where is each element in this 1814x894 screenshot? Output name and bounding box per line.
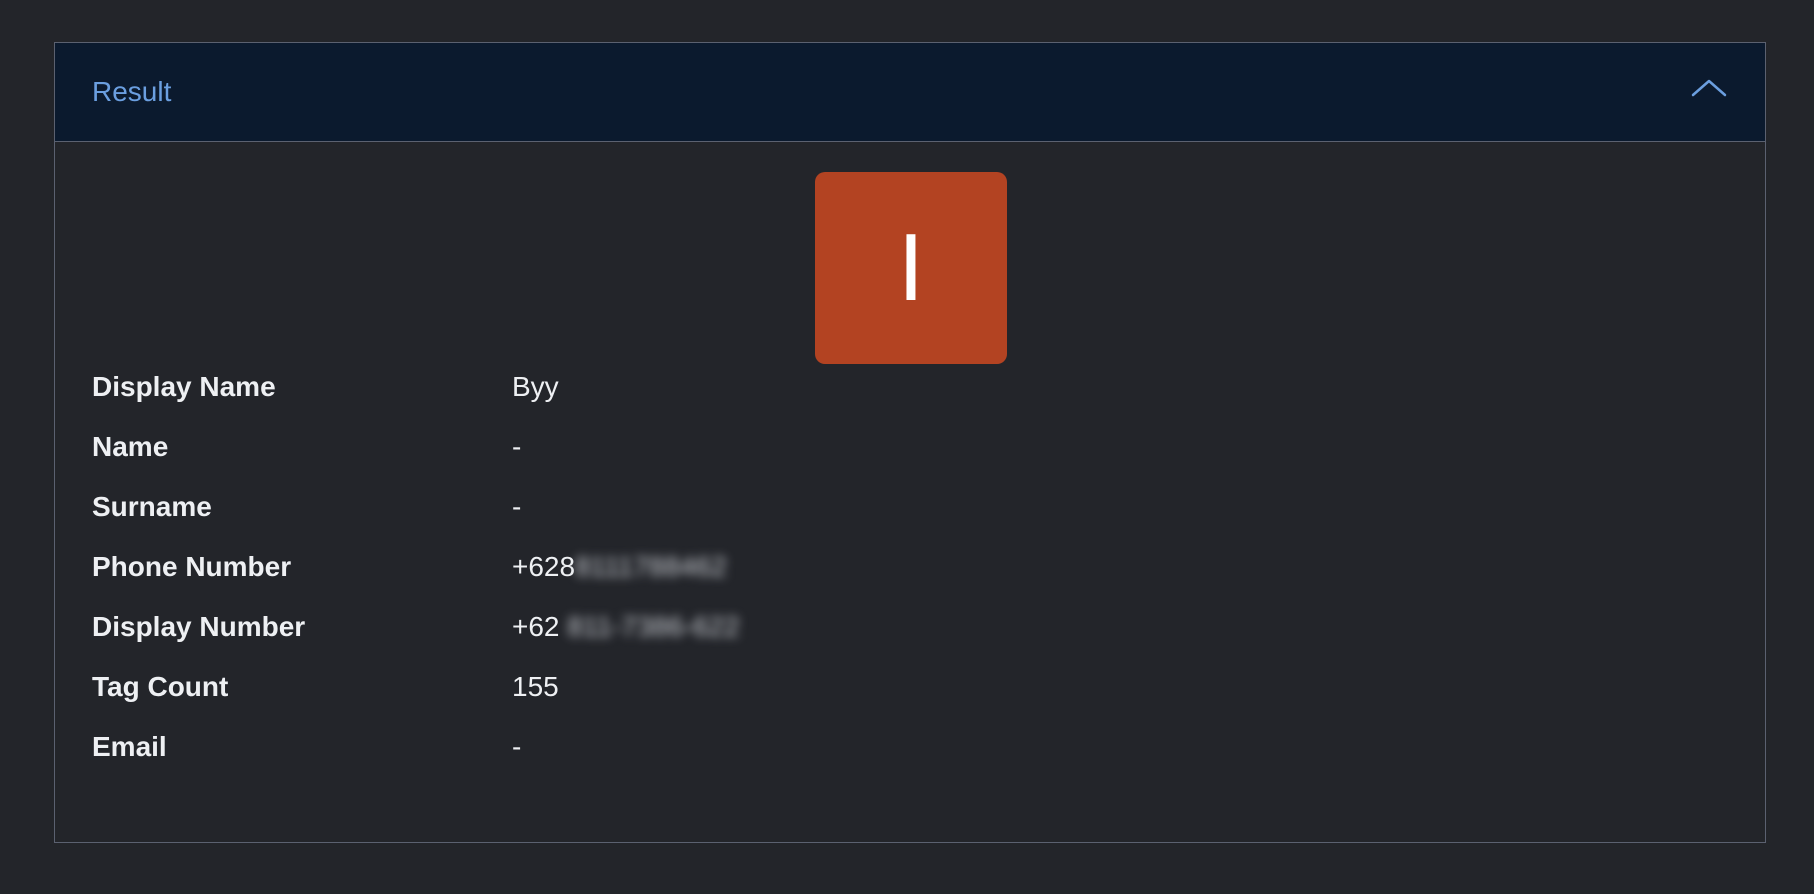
detail-label: Tag Count [92,671,229,702]
detail-value: - [512,431,522,462]
detail-value: 155 [512,671,559,702]
detail-row-display-name: Display Name Byy [92,366,992,426]
details-list: Display Name Byy Name - Surname - Phone … [92,366,992,786]
detail-label: Surname [92,491,212,522]
detail-label: Name [92,431,169,462]
detail-row-name: Name - [92,426,992,486]
avatar: I [815,172,1007,364]
detail-label: Email [92,731,167,762]
detail-value-display-number: +62 811-7386-622 [512,610,740,644]
detail-label: Display Name [92,371,276,402]
detail-row-email: Email - [92,726,992,786]
panel-header[interactable]: Result [55,43,1765,142]
chevron-up-icon [1691,79,1727,97]
detail-value: - [512,491,522,522]
display-number-redacted: 811-7386-622 [567,611,740,642]
detail-value-phone: +6288111788462 [512,550,727,584]
result-panel: Result I Display Name Byy Name - Surname… [54,42,1766,843]
panel-title: Result [92,76,172,107]
detail-row-tag-count: Tag Count 155 [92,666,992,726]
detail-row-display-number: Display Number +62 811-7386-622 [92,606,992,666]
detail-value: - [512,731,522,762]
detail-row-phone-number: Phone Number +6288111788462 [92,546,992,606]
detail-row-surname: Surname - [92,486,992,546]
phone-prefix: +628 [512,551,576,582]
display-number-prefix: +62 [512,611,560,642]
detail-value: Byy [512,371,559,402]
detail-label: Display Number [92,611,306,642]
phone-redacted: 8111788462 [575,551,727,582]
collapse-button[interactable] [1689,73,1729,103]
detail-label: Phone Number [92,551,292,582]
avatar-initial: I [897,214,925,321]
